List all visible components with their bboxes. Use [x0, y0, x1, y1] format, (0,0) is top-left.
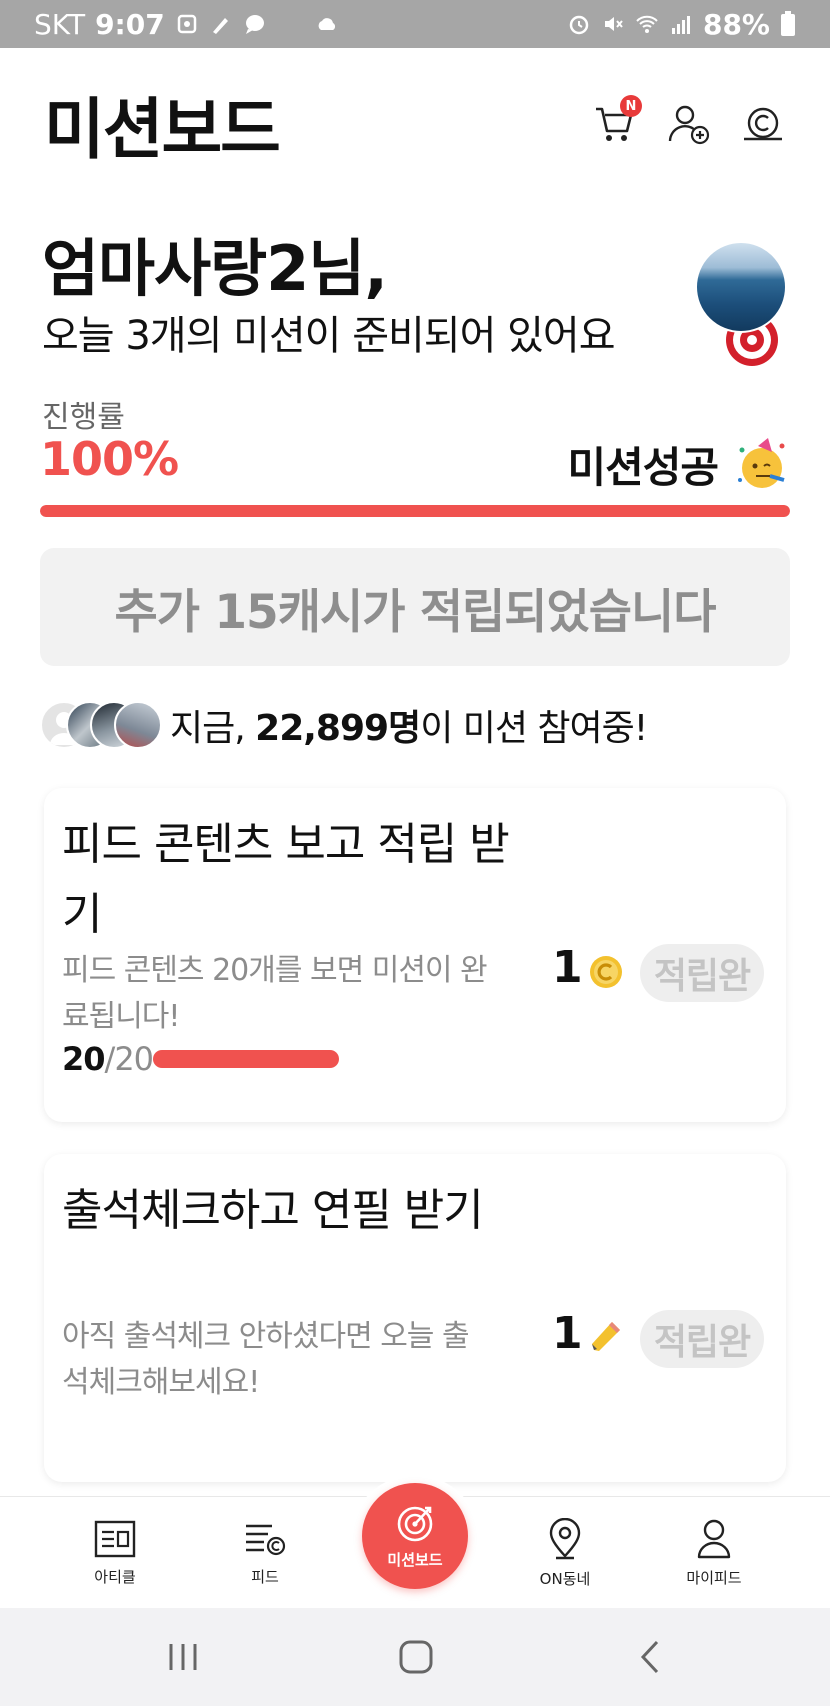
chat-icon — [245, 15, 264, 34]
cash-icon — [744, 107, 782, 141]
cash-button[interactable] — [740, 101, 786, 147]
article-icon — [94, 1520, 136, 1557]
mission-progress-done: 20 — [62, 1040, 106, 1078]
nav-item-missionboard[interactable]: 미션보드 — [362, 1483, 468, 1589]
nav-label: ON동네 — [539, 1569, 591, 1588]
nav-label: 아티클 — [94, 1567, 136, 1586]
progress-label: 진행률 — [42, 400, 125, 435]
mission-success-label: 미션성공 — [567, 443, 719, 492]
mission-progress-bar — [153, 1050, 340, 1068]
home-button[interactable] — [386, 1632, 446, 1682]
status-right: 88% — [567, 8, 796, 41]
participants-suffix: 이 미션 참여중! — [420, 708, 648, 749]
pencil-icon — [592, 1322, 620, 1351]
profile-icon — [697, 1519, 731, 1558]
recent-apps-icon — [169, 1644, 197, 1670]
progress-bar — [40, 505, 790, 517]
back-icon — [640, 1640, 659, 1674]
progress-value: 100% — [40, 432, 179, 486]
status-bar: SKT 9:07 88% — [0, 0, 830, 48]
home-icon — [399, 1640, 433, 1674]
mission-progress-total: /20 — [104, 1040, 154, 1078]
battery-label: 88% — [702, 7, 770, 41]
recent-apps-button[interactable] — [153, 1632, 213, 1682]
mission-description: 피드 콘텐츠 20개를 보면 미션이 완료됩니다! — [62, 953, 488, 1034]
battery-icon — [781, 11, 795, 36]
target-icon — [397, 1506, 433, 1541]
participant-avatars — [40, 701, 162, 749]
mute-icon — [604, 17, 623, 31]
mission-reward-amount: 1 — [552, 1308, 583, 1359]
mission-description: 아직 출석체크 안하셨다면 오늘 출석체크해보세요! — [62, 1319, 470, 1400]
bottom-navigation: 아티클 피드 미션보드 ON동네 마이피드 — [0, 1475, 830, 1609]
main-content: 미션보드 N 엄마사랑2님, 오늘 3개의 미션이 준비되어 있어요 진행률 1… — [0, 48, 830, 1496]
mission-card-feed[interactable]: 피드 콘텐츠 보고 적립 받기 피드 콘텐츠 20개를 보면 미션이 완료됩니다… — [44, 788, 786, 1122]
profile-avatar[interactable] — [695, 241, 787, 333]
time-label: 9:07 — [95, 7, 165, 41]
location-icon — [549, 1517, 581, 1559]
mission-card-attendance[interactable]: 출석체크하고 연필 받기 아직 출석체크 안하셨다면 오늘 출석체크해보세요! … — [44, 1154, 786, 1482]
party-face-icon — [738, 438, 785, 488]
back-button[interactable] — [620, 1632, 680, 1682]
wifi-icon — [636, 15, 658, 33]
participants-count: 22,899명 — [255, 708, 421, 749]
nav-item-article[interactable]: 아티클 — [55, 1497, 175, 1609]
feed-icon — [246, 1524, 286, 1555]
app-header: 미션보드 N — [44, 84, 786, 168]
mission-title: 피드 콘텐츠 보고 적립 받기 — [62, 819, 510, 940]
pencil-icon — [212, 18, 228, 34]
cloud-icon — [318, 18, 335, 30]
system-navigation — [0, 1608, 830, 1706]
status-left: SKT 9:07 — [34, 8, 339, 41]
gallery-icon — [177, 14, 196, 34]
nav-item-on-neighborhood[interactable]: ON동네 — [505, 1497, 625, 1609]
nav-item-myfeed[interactable]: 마이피드 — [654, 1497, 774, 1609]
greeting-name: 엄마사랑2님, — [42, 232, 388, 305]
header-actions: N — [592, 95, 786, 147]
add-friend-icon — [668, 105, 710, 145]
participants-row: 지금, 22,899명 이 미션 참여중! — [40, 700, 648, 750]
greeting-subline: 오늘 3개의 미션이 준비되어 있어요 — [42, 313, 616, 359]
participant-avatar — [114, 701, 162, 749]
mission-progress-row: 20 /20 — [62, 1040, 340, 1078]
carrier-label: SKT — [34, 7, 86, 41]
nav-label: 미션보드 — [387, 1550, 443, 1569]
cart-button[interactable]: N — [592, 95, 642, 147]
signal-icon — [671, 16, 690, 34]
coin-icon — [590, 956, 622, 988]
nav-label: 피드 — [251, 1567, 279, 1586]
nav-label: 마이피드 — [686, 1568, 742, 1587]
mission-title: 출석체크하고 연필 받기 — [62, 1185, 484, 1236]
cash-notice: 추가 15캐시가 적립되었습니다 — [40, 548, 790, 666]
alarm-icon — [569, 15, 589, 35]
page-title: 미션보드 — [44, 91, 281, 168]
mission-status-badge: 적립완 — [640, 1310, 764, 1368]
mission-status-badge: 적립완 — [640, 944, 764, 1002]
participants-prefix: 지금, — [170, 708, 256, 749]
cart-new-badge: N — [620, 95, 642, 117]
nav-item-feed[interactable]: 피드 — [205, 1497, 325, 1609]
add-friend-button[interactable] — [666, 101, 712, 147]
mission-reward-amount: 1 — [552, 942, 583, 993]
progress-bar-fill — [40, 505, 790, 517]
